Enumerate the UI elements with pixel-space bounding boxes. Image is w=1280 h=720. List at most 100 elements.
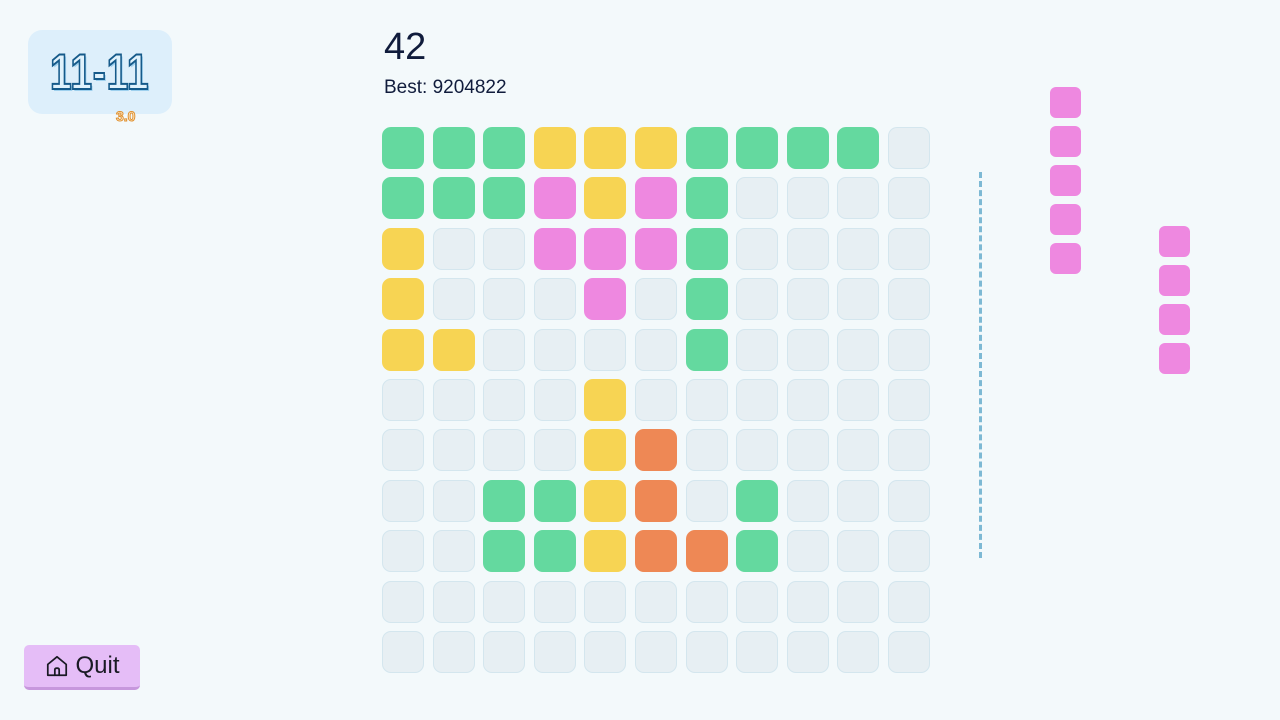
empty-cell[interactable] (584, 630, 627, 673)
filled-cell-green[interactable] (685, 127, 728, 169)
filled-cell-yellow[interactable] (584, 127, 627, 169)
empty-cell[interactable] (634, 580, 677, 623)
empty-cell[interactable] (483, 227, 526, 270)
empty-cell[interactable] (533, 378, 576, 421)
filled-cell-yellow[interactable] (584, 177, 627, 220)
empty-cell[interactable] (382, 530, 424, 573)
empty-cell[interactable] (887, 378, 930, 421)
empty-cell[interactable] (533, 429, 576, 472)
empty-cell[interactable] (432, 429, 475, 472)
filled-cell-green[interactable] (533, 530, 576, 573)
filled-cell-green[interactable] (685, 328, 728, 371)
filled-cell-green[interactable] (736, 530, 779, 573)
filled-cell-pink[interactable] (584, 227, 627, 270)
filled-cell-green[interactable] (432, 127, 475, 169)
empty-cell[interactable] (533, 630, 576, 673)
empty-cell[interactable] (483, 580, 526, 623)
empty-cell[interactable] (837, 328, 880, 371)
empty-cell[interactable] (887, 479, 930, 522)
empty-cell[interactable] (432, 580, 475, 623)
filled-cell-yellow[interactable] (634, 127, 677, 169)
empty-cell[interactable] (887, 127, 930, 169)
empty-cell[interactable] (837, 227, 880, 270)
empty-cell[interactable] (483, 429, 526, 472)
empty-cell[interactable] (837, 479, 880, 522)
empty-cell[interactable] (736, 580, 779, 623)
filled-cell-yellow[interactable] (584, 378, 627, 421)
empty-cell[interactable] (685, 429, 728, 472)
filled-cell-orange[interactable] (685, 530, 728, 573)
empty-cell[interactable] (786, 630, 829, 673)
empty-cell[interactable] (736, 378, 779, 421)
empty-cell[interactable] (584, 580, 627, 623)
empty-cell[interactable] (432, 278, 475, 321)
empty-cell[interactable] (382, 630, 424, 673)
filled-cell-green[interactable] (432, 177, 475, 220)
filled-cell-green[interactable] (786, 127, 829, 169)
empty-cell[interactable] (837, 429, 880, 472)
filled-cell-yellow[interactable] (382, 227, 424, 270)
empty-cell[interactable] (685, 378, 728, 421)
empty-cell[interactable] (786, 479, 829, 522)
empty-cell[interactable] (736, 630, 779, 673)
filled-cell-green[interactable] (382, 177, 424, 220)
filled-cell-yellow[interactable] (382, 278, 424, 321)
filled-cell-pink[interactable] (634, 227, 677, 270)
filled-cell-green[interactable] (685, 227, 728, 270)
empty-cell[interactable] (786, 429, 829, 472)
empty-cell[interactable] (382, 429, 424, 472)
filled-cell-orange[interactable] (634, 479, 677, 522)
empty-cell[interactable] (786, 278, 829, 321)
empty-cell[interactable] (887, 630, 930, 673)
filled-cell-pink[interactable] (634, 177, 677, 220)
empty-cell[interactable] (887, 429, 930, 472)
empty-cell[interactable] (483, 328, 526, 371)
filled-cell-pink[interactable] (533, 177, 576, 220)
empty-cell[interactable] (887, 530, 930, 573)
empty-cell[interactable] (685, 479, 728, 522)
empty-cell[interactable] (634, 630, 677, 673)
filled-cell-green[interactable] (483, 479, 526, 522)
filled-cell-green[interactable] (685, 177, 728, 220)
empty-cell[interactable] (432, 227, 475, 270)
filled-cell-yellow[interactable] (584, 530, 627, 573)
empty-cell[interactable] (837, 630, 880, 673)
empty-cell[interactable] (837, 580, 880, 623)
empty-cell[interactable] (887, 328, 930, 371)
empty-cell[interactable] (634, 378, 677, 421)
empty-cell[interactable] (837, 530, 880, 573)
empty-cell[interactable] (382, 580, 424, 623)
empty-cell[interactable] (887, 227, 930, 270)
filled-cell-yellow[interactable] (584, 479, 627, 522)
filled-cell-orange[interactable] (634, 530, 677, 573)
filled-cell-green[interactable] (837, 127, 880, 169)
empty-cell[interactable] (786, 580, 829, 623)
empty-cell[interactable] (887, 177, 930, 220)
empty-cell[interactable] (736, 429, 779, 472)
filled-cell-yellow[interactable] (533, 127, 576, 169)
filled-cell-green[interactable] (533, 479, 576, 522)
empty-cell[interactable] (382, 479, 424, 522)
empty-cell[interactable] (685, 630, 728, 673)
empty-cell[interactable] (887, 278, 930, 321)
empty-cell[interactable] (736, 328, 779, 371)
filled-cell-green[interactable] (736, 479, 779, 522)
empty-cell[interactable] (685, 580, 728, 623)
empty-cell[interactable] (634, 328, 677, 371)
empty-cell[interactable] (786, 530, 829, 573)
filled-cell-pink[interactable] (584, 278, 627, 321)
empty-cell[interactable] (382, 378, 424, 421)
filled-cell-orange[interactable] (634, 429, 677, 472)
empty-cell[interactable] (736, 177, 779, 220)
empty-cell[interactable] (837, 278, 880, 321)
empty-cell[interactable] (533, 580, 576, 623)
quit-button[interactable]: Quit (24, 645, 140, 690)
empty-cell[interactable] (533, 328, 576, 371)
empty-cell[interactable] (786, 177, 829, 220)
empty-cell[interactable] (786, 328, 829, 371)
empty-cell[interactable] (634, 278, 677, 321)
filled-cell-green[interactable] (483, 530, 526, 573)
filled-cell-green[interactable] (483, 127, 526, 169)
empty-cell[interactable] (736, 227, 779, 270)
filled-cell-pink[interactable] (533, 227, 576, 270)
